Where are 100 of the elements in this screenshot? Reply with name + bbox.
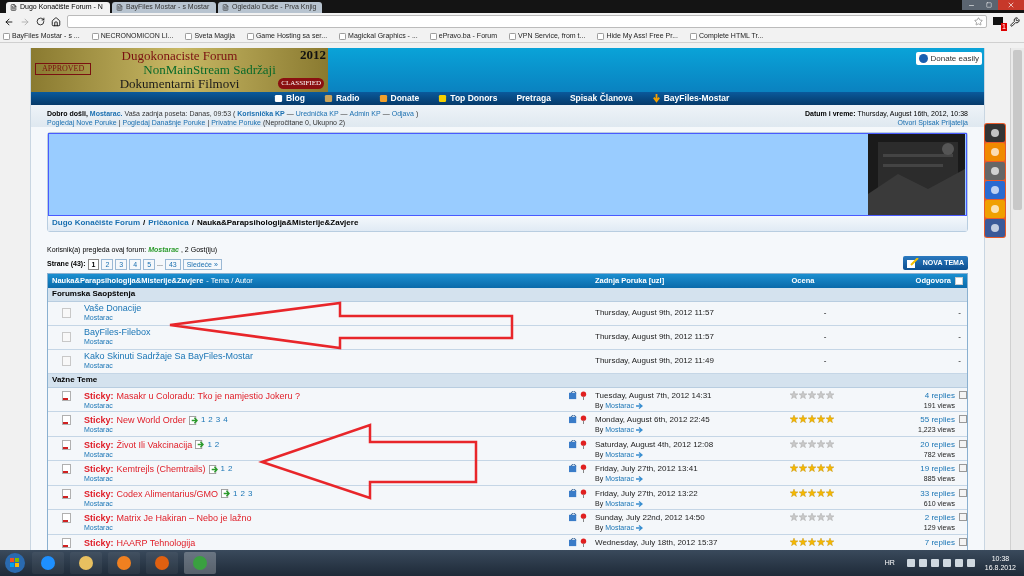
nav-link[interactable]: Spisak Članova xyxy=(569,92,633,105)
topic-link[interactable]: Kako Skinuti Sadržaje Sa BayFiles-Mostar xyxy=(84,351,254,362)
share-icon[interactable] xyxy=(985,219,1005,237)
nav-link[interactable]: Blog xyxy=(274,92,305,105)
topic-checkbox[interactable] xyxy=(959,513,967,522)
close-button[interactable] xyxy=(998,0,1024,10)
replies-link[interactable]: 19 replies xyxy=(920,464,955,475)
section-title: Važne Teme xyxy=(52,374,98,387)
topic-checkbox[interactable] xyxy=(959,464,967,473)
pin-icon xyxy=(579,415,588,425)
extension-icon[interactable] xyxy=(993,16,1004,27)
topic-link[interactable]: BayFiles-Filebox xyxy=(84,327,151,338)
page-link[interactable]: 2 xyxy=(228,464,233,475)
topic-link[interactable]: Codex Alimentarius/GMO xyxy=(116,488,219,499)
page-link[interactable]: 1 xyxy=(233,488,238,499)
last-post-date: Thursday, August 9th, 2012 11:49 xyxy=(595,356,714,366)
bookmark-icon xyxy=(185,32,193,40)
topic-link[interactable]: Život Ili Vakcinacija xyxy=(116,439,193,450)
topic-link[interactable]: Masakr u Coloradu: Tko je namjestio Jokeru ? xyxy=(116,390,300,401)
page-link[interactable]: 3 xyxy=(247,488,253,499)
topic-checkbox[interactable] xyxy=(959,439,967,448)
topic-link[interactable]: HAARP Tehnologija xyxy=(116,537,196,548)
replies-link[interactable]: 55 replies xyxy=(920,415,955,426)
last-post-date: Sunday, July 22nd, 2012 14:50 xyxy=(595,513,705,524)
breadcrumb-link[interactable]: Dugo Konačište Forum xyxy=(52,217,140,230)
back-icon[interactable] xyxy=(4,16,14,27)
taskbar-app-icon[interactable] xyxy=(32,552,64,574)
last-post-date: Friday, July 27th, 2012 13:22 xyxy=(595,488,698,499)
logo-year: 2012 xyxy=(300,48,326,62)
reload-icon[interactable] xyxy=(36,17,45,26)
replies-text: - xyxy=(958,331,961,344)
sticky-label: Sticky: xyxy=(84,464,114,475)
bookmark-icon xyxy=(91,32,99,40)
nav-link[interactable]: Pretraga xyxy=(516,92,551,105)
share-icon[interactable] xyxy=(985,124,1005,142)
topic-checkbox[interactable] xyxy=(959,390,967,399)
sticky-label: Sticky: xyxy=(84,513,114,524)
last-post-date: Thursday, August 9th, 2012 11:57 xyxy=(595,308,714,318)
topic-link[interactable]: Matrix Je Hakiran – Nebo je lažno xyxy=(116,513,252,524)
replies-text: - xyxy=(958,307,961,320)
page-icon xyxy=(116,4,123,11)
nav-link[interactable]: Radio xyxy=(323,92,360,105)
home-icon[interactable] xyxy=(51,16,61,27)
page-link[interactable]: 1 xyxy=(220,464,225,475)
bookmark-icon xyxy=(3,32,10,40)
donate-button[interactable]: Donate easily xyxy=(915,52,982,65)
nav-link[interactable]: BayFiles-Mostar xyxy=(651,92,730,105)
taskbar-app-icon[interactable] xyxy=(70,552,102,574)
rating-text: - xyxy=(823,355,827,368)
multipage-icon xyxy=(188,415,198,425)
share-icon[interactable] xyxy=(985,162,1005,180)
restore-button[interactable] xyxy=(980,0,998,10)
go-to-post-icon xyxy=(635,525,643,532)
nav-link[interactable]: Top Donors xyxy=(438,92,498,105)
go-to-post-icon xyxy=(635,427,643,434)
topic-icon xyxy=(61,439,71,450)
nav-link[interactable]: Donate xyxy=(378,92,420,105)
bookmark-icon xyxy=(597,32,605,40)
topic-checkbox[interactable] xyxy=(959,415,967,424)
page-link[interactable]: 1 xyxy=(200,415,206,426)
page-link[interactable]: 2 xyxy=(208,415,213,426)
sticky-label: Sticky: xyxy=(84,488,114,499)
last-post-date: Tuesday, August 7th, 2012 14:31 xyxy=(595,390,712,401)
replies-text: - xyxy=(958,355,961,368)
page-link[interactable]: 1 xyxy=(207,439,212,450)
page-link[interactable]: 2 xyxy=(214,439,220,450)
replies-link[interactable]: 7 replies xyxy=(924,537,955,548)
bookmark-icon xyxy=(339,32,347,40)
go-to-post-icon xyxy=(635,402,643,409)
page-icon xyxy=(10,4,17,11)
replies-link[interactable]: 20 replies xyxy=(920,439,955,450)
topic-checkbox[interactable] xyxy=(959,537,967,546)
last-post-date: Thursday, August 9th, 2012 11:57 xyxy=(595,332,714,342)
page-link[interactable]: 4 xyxy=(223,415,228,426)
restore-icon xyxy=(986,2,992,8)
topic-checkbox[interactable] xyxy=(959,488,967,497)
topic-link[interactable]: Kemtrejls (Chemtrails) xyxy=(116,464,206,475)
replies-link[interactable]: 2 replies xyxy=(924,513,955,524)
page-link[interactable]: 2 xyxy=(240,488,245,499)
topic-icon xyxy=(61,464,71,475)
replies-link[interactable]: 4 replies xyxy=(924,390,955,401)
topic-link[interactable]: New World Order xyxy=(116,415,186,426)
settings-icon[interactable] xyxy=(1010,16,1020,27)
select-all-checkbox[interactable] xyxy=(955,276,963,285)
bookmark-star-icon[interactable] xyxy=(974,17,983,26)
share-icon[interactable] xyxy=(985,181,1005,199)
logo-text: NonMainStream Sadržaji xyxy=(143,63,276,77)
replies-link[interactable]: 33 replies xyxy=(920,488,955,499)
scrollbar-thumb[interactable] xyxy=(1013,50,1022,210)
minimize-button[interactable] xyxy=(962,0,980,10)
page-link[interactable]: 3 xyxy=(215,415,221,426)
breadcrumb-link[interactable]: Pričaonica xyxy=(148,217,189,230)
taskbar-app-icon[interactable] xyxy=(146,552,178,574)
rating-text: - xyxy=(823,331,827,344)
donate-icon xyxy=(918,54,928,63)
topic-icon xyxy=(61,513,71,524)
start-button[interactable] xyxy=(4,552,26,574)
taskbar-app-icon[interactable] xyxy=(108,552,140,574)
banner-ad[interactable] xyxy=(48,132,967,216)
topic-link[interactable]: Vaše Donacije xyxy=(84,303,142,314)
